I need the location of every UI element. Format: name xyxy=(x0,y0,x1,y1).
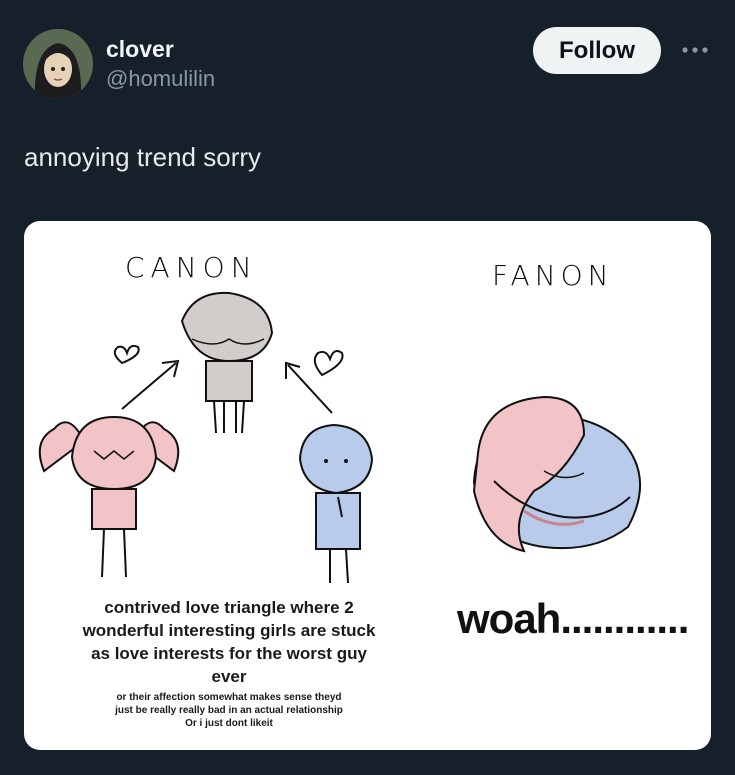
canon-caption: contrived love triangle where 2 wonderfu… xyxy=(64,596,394,688)
canon-label: CANON xyxy=(125,251,258,284)
heart-right-icon xyxy=(313,350,344,377)
canon-caption-line: as love interests for the worst guy xyxy=(91,644,367,663)
avatar[interactable] xyxy=(23,29,93,99)
canon-footnote: or their affection somewhat makes sense … xyxy=(64,691,394,730)
follow-button[interactable]: Follow xyxy=(533,27,661,74)
heart-left-icon xyxy=(113,344,140,365)
fanon-caption: woah............ xyxy=(457,595,689,642)
arrow-left-up-icon xyxy=(121,359,180,410)
display-name[interactable]: clover xyxy=(106,36,174,63)
fanon-label: FANON xyxy=(492,259,614,292)
blue-girl-figure xyxy=(298,423,374,584)
pink-girl-figure xyxy=(38,415,180,578)
tweet-text: annoying trend sorry xyxy=(24,142,262,172)
arrow-right-up-icon xyxy=(285,361,333,414)
canon-caption-line: contrived love triangle where 2 xyxy=(104,598,354,617)
canon-caption-line: wonderful interesting girls are stuck xyxy=(82,621,376,640)
user-handle[interactable]: @homulilin xyxy=(106,66,215,92)
gray-boy-figure xyxy=(180,291,274,434)
tweet-image[interactable]: CANON FANON contrived love triangle wher… xyxy=(24,221,711,750)
canon-footnote-line: just be really really bad in an actual r… xyxy=(115,705,343,716)
hugging-couple-figure xyxy=(472,395,641,553)
canon-footnote-line: Or i just dont likeit xyxy=(185,718,273,729)
more-horizontal-icon[interactable] xyxy=(677,36,713,64)
canon-footnote-line: or their affection somewhat makes sense … xyxy=(116,692,342,703)
anime-character-avatar-icon xyxy=(23,29,93,99)
canon-caption-line: ever xyxy=(211,667,247,686)
